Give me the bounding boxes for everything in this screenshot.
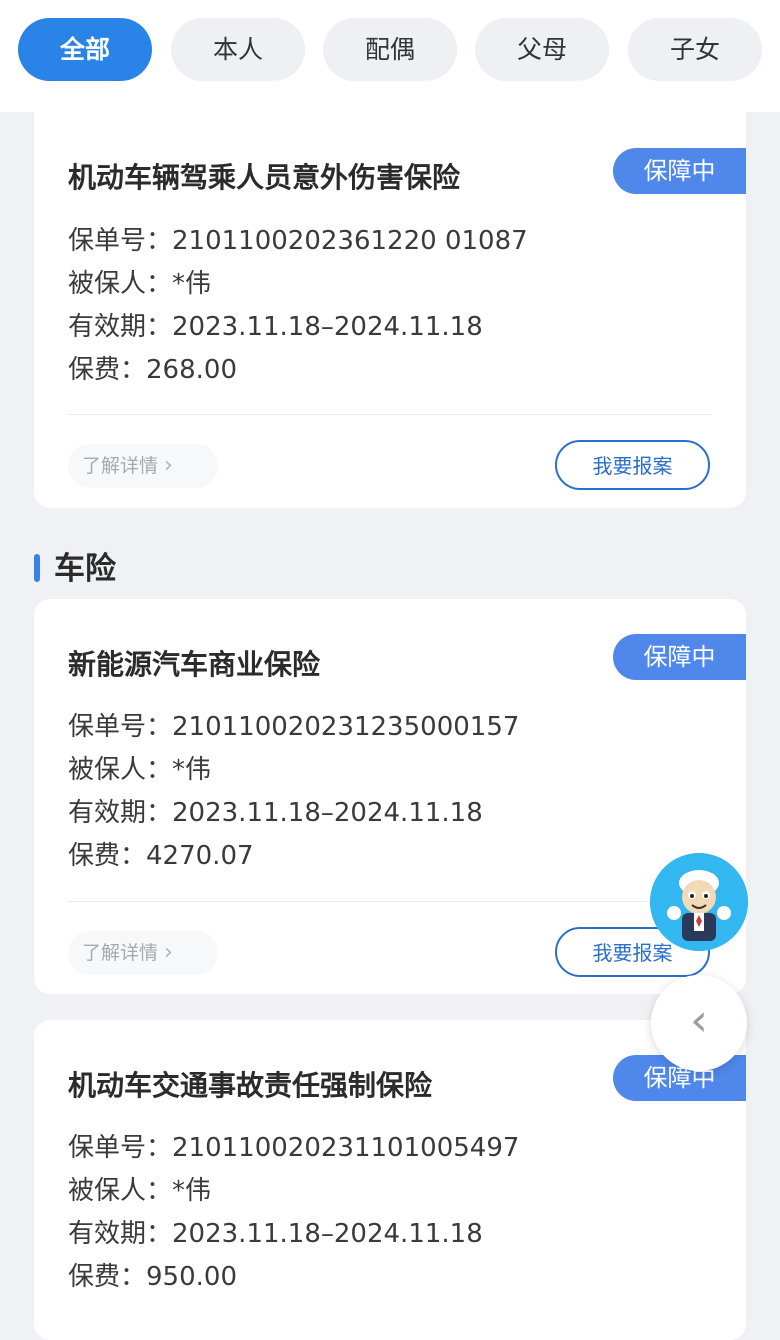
detail-label: 了解详情 — [82, 942, 159, 964]
validity-label: 有效期： — [68, 312, 173, 342]
policy-card[interactable]: 机动车交通事故责任强制保险 保障中 保单号：210110020231101005… — [34, 1020, 746, 1340]
validity-row: 有效期：2023.11.18–2024.11.18 — [68, 1213, 483, 1250]
detail-link[interactable]: 了解详情 › — [68, 931, 218, 975]
insured-value: *伟 — [172, 1176, 212, 1206]
tab-children[interactable]: 子女 — [628, 18, 762, 81]
detail-link[interactable]: 了解详情 › — [68, 444, 218, 488]
policy-number-value: 210110020231101005497 — [172, 1133, 520, 1163]
section-header-car-insurance: 车险 — [34, 543, 116, 588]
chevron-left-icon: ‹ — [690, 995, 708, 1046]
validity-row: 有效期：2023.11.18–2024.11.18 — [68, 306, 483, 343]
validity-label: 有效期： — [68, 1219, 173, 1249]
premium-value: 950.00 — [146, 1262, 237, 1292]
policy-title: 新能源汽车商业保险 — [68, 648, 321, 681]
validity-row: 有效期：2023.11.18–2024.11.18 — [68, 792, 483, 829]
assistant-avatar-icon[interactable] — [650, 853, 748, 951]
premium-label: 保费： — [68, 1262, 147, 1292]
insured-label: 被保人： — [68, 755, 173, 785]
policy-number-value: 2101100202361220 01087 — [172, 226, 528, 256]
premium-row: 保费：268.00 — [68, 349, 237, 386]
policy-title: 机动车辆驾乘人员意外伤害保险 — [68, 161, 461, 194]
report-claim-button[interactable]: 我要报案 — [555, 440, 710, 490]
tab-parents[interactable]: 父母 — [475, 18, 609, 81]
insured-label: 被保人： — [68, 269, 173, 299]
status-badge: 保障中 — [613, 634, 746, 680]
policy-number-label: 保单号： — [68, 1133, 173, 1163]
premium-value: 4270.07 — [146, 841, 254, 871]
insured-row: 被保人：*伟 — [68, 749, 211, 786]
policy-number-value: 210110020231235000157 — [172, 712, 520, 742]
policy-card[interactable]: 新能源汽车商业保险 保障中 保单号：210110020231235000157 … — [34, 599, 746, 994]
assistant-avatar-graphic — [650, 853, 748, 951]
filter-tabs: 全部 本人 配偶 父母 子女 — [0, 0, 780, 112]
back-button[interactable]: ‹ — [651, 975, 747, 1071]
policy-number-label: 保单号： — [68, 712, 173, 742]
validity-value: 2023.11.18–2024.11.18 — [172, 1219, 483, 1249]
premium-label: 保费： — [68, 841, 147, 871]
policy-number-row: 保单号：2101100202361220 01087 — [68, 220, 528, 257]
policy-number-row: 保单号：210110020231101005497 — [68, 1127, 519, 1164]
insured-label: 被保人： — [68, 1176, 173, 1206]
premium-label: 保费： — [68, 355, 147, 385]
chevron-right-icon: › — [164, 940, 173, 965]
policy-number-label: 保单号： — [68, 226, 173, 256]
chevron-right-icon: › — [164, 453, 173, 478]
insured-row: 被保人：*伟 — [68, 263, 211, 300]
tab-spouse[interactable]: 配偶 — [323, 18, 457, 81]
premium-row: 保费：950.00 — [68, 1256, 237, 1293]
policy-title: 机动车交通事故责任强制保险 — [68, 1069, 433, 1102]
insured-value: *伟 — [172, 755, 212, 785]
validity-label: 有效期： — [68, 798, 173, 828]
insured-row: 被保人：*伟 — [68, 1170, 211, 1207]
status-badge: 保障中 — [613, 148, 746, 194]
policy-number-row: 保单号：210110020231235000157 — [68, 706, 519, 743]
validity-value: 2023.11.18–2024.11.18 — [172, 798, 483, 828]
premium-value: 268.00 — [146, 355, 237, 385]
policy-card[interactable]: 机动车辆驾乘人员意外伤害保险 保障中 保单号：2101100202361220 … — [34, 112, 746, 508]
section-title: 车险 — [54, 551, 116, 587]
divider — [68, 414, 712, 415]
validity-value: 2023.11.18–2024.11.18 — [172, 312, 483, 342]
tab-all[interactable]: 全部 — [18, 18, 152, 81]
section-accent-bar — [34, 553, 40, 582]
premium-row: 保费：4270.07 — [68, 835, 254, 872]
divider — [68, 901, 712, 902]
insured-value: *伟 — [172, 269, 212, 299]
detail-label: 了解详情 — [82, 455, 159, 477]
tab-self[interactable]: 本人 — [171, 18, 305, 81]
